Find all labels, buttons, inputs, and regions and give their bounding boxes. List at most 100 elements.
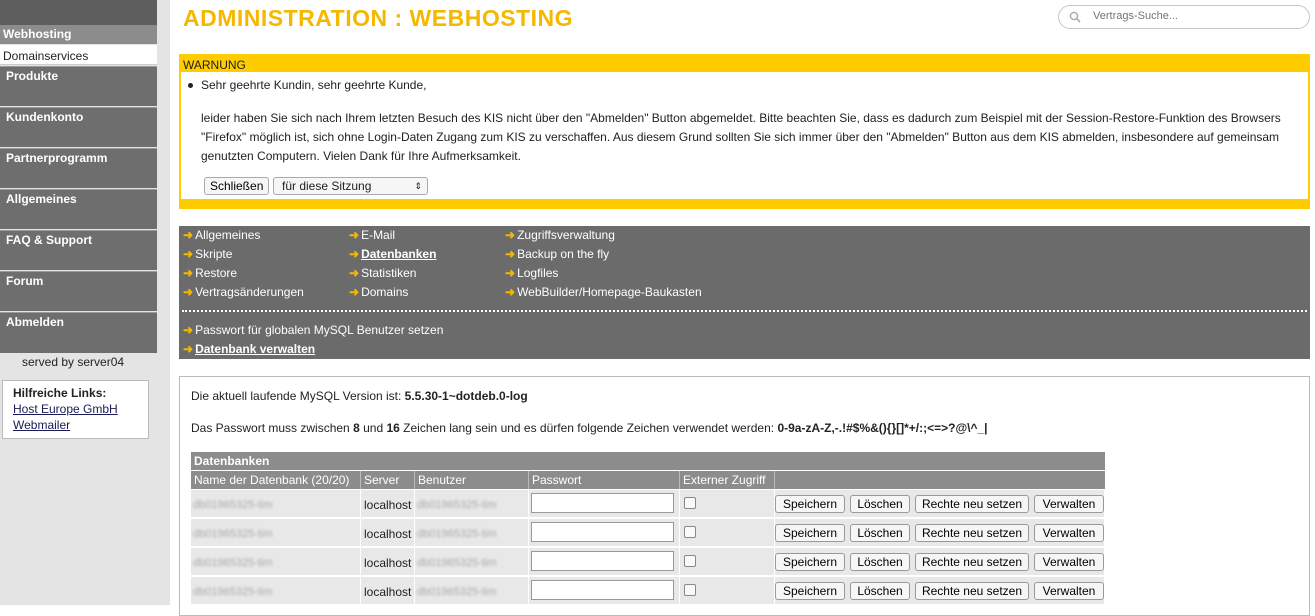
nav-label: WebBuilder/Homepage-Baukasten [517, 285, 702, 299]
reset-rights-button[interactable]: Rechte neu setzen [915, 495, 1029, 513]
nav-datenbank-verwalten[interactable]: ➜ Datenbank verwalten [183, 342, 315, 356]
arrow-right-icon: ➜ [349, 285, 360, 299]
sidebar-item-allgemeines[interactable]: Allgemeines [0, 189, 157, 229]
nav-label: Allgemeines [195, 228, 261, 242]
arrow-right-icon: ➜ [349, 247, 360, 261]
sidebar-item-abmelden[interactable]: Abmelden [0, 312, 157, 353]
nav-restore[interactable]: ➜ Restore [183, 266, 237, 280]
contract-search[interactable] [1058, 5, 1310, 29]
arrow-right-icon: ➜ [349, 228, 360, 242]
delete-button[interactable]: Löschen [850, 553, 910, 571]
table-row: db01965325-tim localhost db01965325-tim … [191, 577, 1105, 605]
external-access-checkbox[interactable] [684, 584, 696, 596]
nav-datenbanken[interactable]: ➜ Datenbanken [349, 247, 436, 261]
password-field[interactable] [531, 551, 674, 571]
nav-webbuilder[interactable]: ➜ WebBuilder/Homepage-Baukasten [505, 285, 702, 299]
table-row: db01965325-tim localhost db01965325-tim … [191, 548, 1105, 576]
password-field[interactable] [531, 580, 674, 600]
db-user: db01965325-tim [417, 586, 497, 598]
password-field[interactable] [531, 493, 674, 513]
nav-statistiken[interactable]: ➜ Statistiken [349, 266, 416, 280]
manage-button[interactable]: Verwalten [1034, 495, 1104, 513]
sidebar-item-webhosting[interactable]: Webhosting [0, 25, 157, 44]
arrow-right-icon: ➜ [505, 228, 516, 242]
col-user: Benutzer [415, 471, 529, 489]
nav-zugriffsverwaltung[interactable]: ➜ Zugriffsverwaltung [505, 228, 615, 242]
sidebar-item-faq-support[interactable]: FAQ & Support [0, 230, 157, 270]
reset-rights-button[interactable]: Rechte neu setzen [915, 582, 1029, 600]
nav-label: E-Mail [361, 228, 396, 242]
nav-label: Datenbanken [361, 247, 437, 261]
mysql-version-line: Die aktuell laufende MySQL Version ist: … [191, 389, 528, 403]
external-access-checkbox[interactable] [684, 526, 696, 538]
search-input[interactable] [1091, 9, 1295, 23]
nav-label: Vertragsänderungen [195, 285, 304, 299]
mysql-version-label: Die aktuell laufende MySQL Version ist: [191, 389, 402, 403]
bullet-icon [188, 83, 193, 89]
sidebar: Webhosting Domainservices Produkte Kunde… [0, 0, 170, 605]
page-title: ADMINISTRATION : WEBHOSTING [183, 5, 573, 31]
nav-domains[interactable]: ➜ Domains [349, 285, 408, 299]
arrow-right-icon: ➜ [505, 266, 516, 280]
sidebar-item-partnerprogramm[interactable]: Partnerprogramm [0, 148, 157, 188]
nav-global-mysql-password[interactable]: ➜ Passwort für globalen MySQL Benutzer se… [183, 323, 443, 337]
db-name: db01965325-tim [193, 557, 273, 569]
pw-rule-text: Das Passwort muss zwischen [191, 421, 350, 435]
db-user: db01965325-tim [417, 499, 497, 511]
served-by-text: served by server04 [22, 355, 125, 369]
session-select[interactable]: für diese Sitzung ⇕ [273, 177, 428, 195]
sidebar-item-produkte[interactable]: Produkte [0, 66, 157, 106]
db-name: db01965325-tim [193, 499, 273, 511]
nav-label: Domains [361, 285, 409, 299]
arrow-right-icon: ➜ [349, 266, 360, 280]
manage-button[interactable]: Verwalten [1034, 553, 1104, 571]
delete-button[interactable]: Löschen [850, 582, 910, 600]
col-external-access: Externer Zugriff [680, 471, 775, 489]
save-button[interactable]: Speichern [775, 582, 845, 600]
helpful-links-box: Hilfreiche Links: Host Europe GmbH Webma… [2, 380, 149, 439]
table-row: db01965325-tim localhost db01965325-tim … [191, 519, 1105, 547]
col-name: Name der Datenbank (20/20) [191, 471, 361, 489]
sidebar-item-kundenkonto[interactable]: Kundenkonto [0, 107, 157, 147]
warning-body: Sehr geehrte Kundin, sehr geehrte Kunde,… [181, 72, 1308, 199]
nav-vertragsaenderungen[interactable]: ➜ Vertragsänderungen [183, 285, 304, 299]
link-webmailer[interactable]: Webmailer [13, 417, 138, 433]
db-name: db01965325-tim [193, 528, 273, 540]
delete-button[interactable]: Löschen [850, 495, 910, 513]
close-button[interactable]: Schließen [204, 177, 270, 195]
webhosting-nav: ➜ Allgemeines ➜ Skripte ➜ Restore ➜ Vertrags… [179, 226, 1310, 359]
sidebar-subitem-domainservices[interactable]: Domainservices [0, 45, 157, 65]
nav-label: Passwort für globalen MySQL Benutzer set… [195, 323, 444, 337]
nav-email[interactable]: ➜ E-Mail [349, 228, 395, 242]
nav-label: Skripte [195, 247, 233, 261]
nav-divider [182, 310, 1307, 312]
pw-allowed-chars: 0-9a-zA-Z,-.!#$%&(){}[]*+/:;<=>?@\^_| [777, 421, 988, 435]
nav-label: Zugriffsverwaltung [517, 228, 615, 242]
db-server: localhost [364, 498, 412, 512]
db-server: localhost [364, 585, 412, 599]
select-arrows-icon: ⇕ [414, 181, 422, 191]
password-field[interactable] [531, 522, 674, 542]
save-button[interactable]: Speichern [775, 524, 845, 542]
nav-skripte[interactable]: ➜ Skripte [183, 247, 232, 261]
db-server: localhost [364, 556, 412, 570]
reset-rights-button[interactable]: Rechte neu setzen [915, 524, 1029, 542]
save-button[interactable]: Speichern [775, 495, 845, 513]
link-host-europe[interactable]: Host Europe GmbH [13, 401, 138, 417]
save-button[interactable]: Speichern [775, 553, 845, 571]
delete-button[interactable]: Löschen [850, 524, 910, 542]
external-access-checkbox[interactable] [684, 497, 696, 509]
external-access-checkbox[interactable] [684, 555, 696, 567]
nav-allgemeines[interactable]: ➜ Allgemeines [183, 228, 260, 242]
table-row: db01965325-tim localhost db01965325-tim … [191, 490, 1105, 518]
nav-backup[interactable]: ➜ Backup on the fly [505, 247, 609, 261]
arrow-right-icon: ➜ [183, 323, 194, 337]
col-password: Passwort [529, 471, 680, 489]
sidebar-item-forum[interactable]: Forum [0, 271, 157, 311]
warning-title: WARNUNG [183, 58, 246, 72]
reset-rights-button[interactable]: Rechte neu setzen [915, 553, 1029, 571]
nav-logfiles[interactable]: ➜ Logfiles [505, 266, 558, 280]
manage-button[interactable]: Verwalten [1034, 582, 1104, 600]
warning-greeting: Sehr geehrte Kundin, sehr geehrte Kunde, [188, 78, 427, 92]
manage-button[interactable]: Verwalten [1034, 524, 1104, 542]
